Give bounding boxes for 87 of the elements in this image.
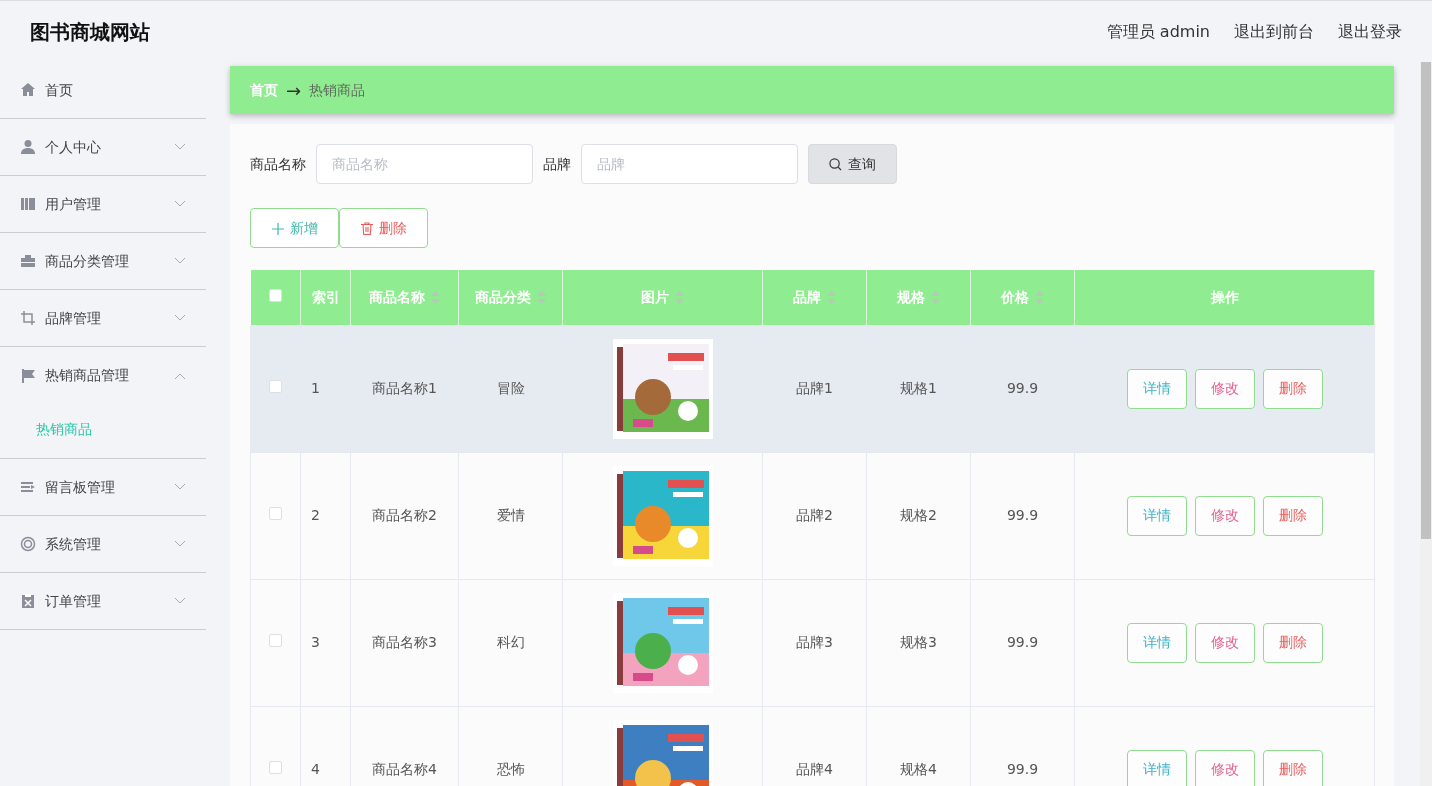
edit-button[interactable]: 修改 <box>1194 495 1255 536</box>
table-cell: 3 <box>311 634 320 650</box>
edit-button[interactable]: 修改 <box>1194 368 1255 409</box>
table-cell: 规格4 <box>900 761 937 777</box>
books-icon <box>20 196 36 212</box>
lifebuoy-icon <box>20 536 36 552</box>
table-row[interactable]: 3 商品名称3 科幻 品牌3 规格3 99.9 详情 修改 删除 <box>250 579 1375 706</box>
edit-button[interactable]: 修改 <box>1194 622 1255 663</box>
table-cell: 规格3 <box>900 634 937 650</box>
sidebar-item[interactable]: 订单管理 <box>0 573 206 630</box>
site-title: 图书商城网站 <box>30 18 150 46</box>
sort-icon[interactable] <box>1035 291 1044 305</box>
plus-icon <box>271 222 284 235</box>
sidebar-item[interactable]: 商品分类管理 <box>0 233 206 290</box>
row-checkbox[interactable] <box>269 761 282 774</box>
sidebar-item[interactable]: 热销商品管理 <box>0 347 206 404</box>
table-row[interactable]: 2 商品名称2 爱情 品牌2 规格2 99.9 详情 修改 删除 <box>250 452 1375 579</box>
table-cell: 商品名称1 <box>372 380 437 396</box>
table-cell: 4 <box>311 761 320 777</box>
breadcrumb-item: 热销商品 <box>309 80 366 100</box>
table-cell: 99.9 <box>1006 507 1039 523</box>
text-field[interactable]: 品牌 <box>581 144 798 184</box>
table-cell: 恐怖 <box>496 761 525 777</box>
table-cell: 品牌3 <box>796 634 833 650</box>
table-cell: 99.9 <box>1006 380 1039 396</box>
table-row[interactable]: 1 商品名称1 冒险 品牌1 规格1 99.9 详情 修改 删除 <box>250 325 1375 452</box>
sidebar-item[interactable]: 用户管理 <box>0 176 206 233</box>
delete-button[interactable]: 删除 <box>339 208 428 248</box>
table-cell: 1 <box>311 380 320 396</box>
crop-icon <box>20 310 36 326</box>
table-cell: 品牌4 <box>796 761 833 777</box>
sort-icon[interactable] <box>931 291 940 305</box>
breadcrumb-separator: → <box>286 78 302 103</box>
detail-button[interactable]: 详情 <box>1126 622 1187 663</box>
row-checkbox[interactable] <box>269 634 282 647</box>
header-link[interactable]: 管理员 admin <box>1106 19 1210 44</box>
table-cell: 99.9 <box>1006 634 1039 650</box>
table-cell: 品牌2 <box>796 507 833 523</box>
home-icon <box>20 82 36 98</box>
detail-button[interactable]: 详情 <box>1126 495 1187 536</box>
field-label: 品牌 <box>543 154 571 174</box>
edit-button[interactable]: 修改 <box>1194 749 1255 786</box>
flag-icon <box>20 367 36 384</box>
sidebar-item[interactable]: 品牌管理 <box>0 290 206 347</box>
sort-icon[interactable] <box>537 291 546 305</box>
briefcase-icon <box>20 253 36 269</box>
table-cell: 2 <box>311 507 320 523</box>
text-field[interactable]: 商品名称 <box>316 144 533 184</box>
user-icon <box>20 139 36 155</box>
list-icon <box>20 479 36 495</box>
header-link[interactable]: 退出到前台 <box>1234 19 1314 44</box>
search-icon <box>829 158 842 171</box>
sidebar-item[interactable]: 首页 <box>0 62 206 119</box>
delete-button[interactable]: 删除 <box>1262 622 1323 663</box>
field-label: 商品名称 <box>250 154 306 174</box>
table-row[interactable]: 4 商品名称4 恐怖 品牌4 规格4 99.9 详情 修改 删除 <box>250 706 1375 786</box>
select-all-checkbox[interactable] <box>268 288 282 302</box>
table-cell: 规格2 <box>900 507 937 523</box>
row-checkbox[interactable] <box>269 507 282 520</box>
table-cell: 99.9 <box>1006 761 1039 777</box>
table-cell: 商品名称2 <box>372 507 437 523</box>
submenu-item[interactable]: 热销商品 <box>36 418 92 440</box>
table-cell: 商品名称4 <box>372 761 437 777</box>
clipboard-icon <box>20 593 36 609</box>
table-cell: 商品名称3 <box>372 634 437 650</box>
table-cell: 品牌1 <box>796 380 833 396</box>
detail-button[interactable]: 详情 <box>1126 749 1187 786</box>
scrollbar[interactable] <box>1420 62 1432 786</box>
table-cell: 冒险 <box>496 380 525 396</box>
sort-icon[interactable] <box>675 291 684 305</box>
row-checkbox[interactable] <box>269 380 282 393</box>
table-cell: 规格1 <box>900 380 937 396</box>
table-cell: 爱情 <box>496 507 525 523</box>
delete-button[interactable]: 删除 <box>1262 368 1323 409</box>
table-cell: 科幻 <box>496 634 525 650</box>
sidebar-item[interactable]: 个人中心 <box>0 119 206 176</box>
search-button[interactable]: 查询 <box>808 144 897 184</box>
trash-icon <box>360 222 373 235</box>
header-link[interactable]: 退出登录 <box>1338 19 1402 44</box>
sort-icon[interactable] <box>827 291 836 305</box>
sidebar-item[interactable]: 系统管理 <box>0 516 206 573</box>
sort-icon[interactable] <box>431 291 440 305</box>
detail-button[interactable]: 详情 <box>1126 368 1187 409</box>
delete-button[interactable]: 删除 <box>1262 495 1323 536</box>
sidebar-item[interactable]: 留言板管理 <box>0 459 206 516</box>
delete-button[interactable]: 删除 <box>1262 749 1323 786</box>
add-button[interactable]: 新增 <box>250 208 339 248</box>
